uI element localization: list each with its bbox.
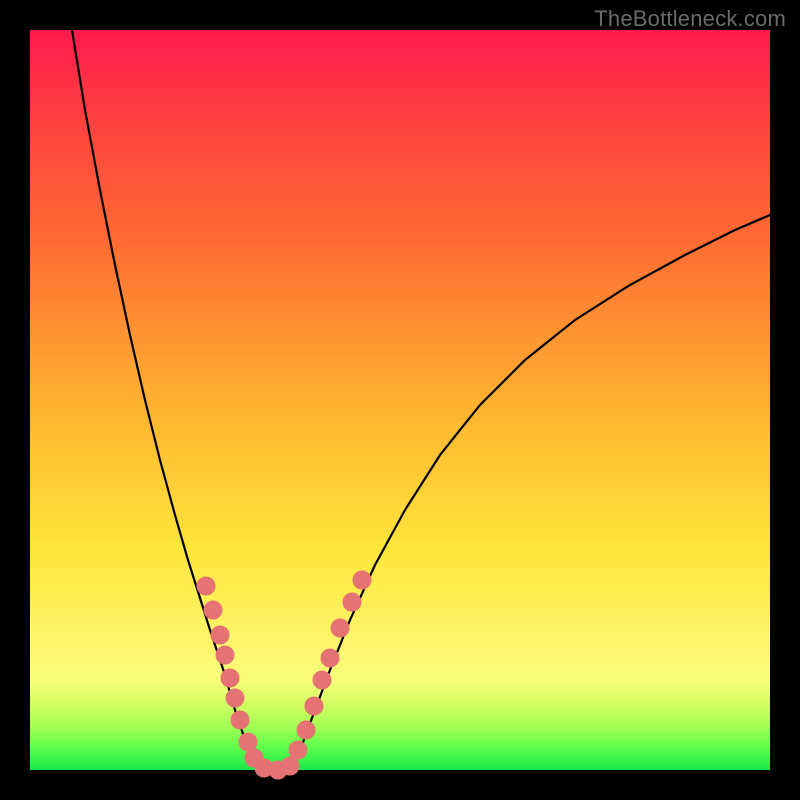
chart-stage: TheBottleneck.com	[0, 0, 800, 800]
marker-dot	[321, 649, 339, 667]
marker-dot	[313, 671, 331, 689]
marker-dot	[226, 689, 244, 707]
marker-dot	[231, 711, 249, 729]
marker-dot	[221, 669, 239, 687]
curve-right-branch	[290, 215, 770, 770]
watermark-text: TheBottleneck.com	[594, 6, 786, 32]
marker-dot	[211, 626, 229, 644]
marker-dot	[343, 593, 361, 611]
plot-overlay	[30, 30, 770, 770]
marker-dot	[216, 646, 234, 664]
marker-dot	[281, 757, 299, 775]
marker-dot	[239, 733, 257, 751]
marker-dot	[353, 571, 371, 589]
marker-dot	[305, 697, 323, 715]
marker-dot	[204, 601, 222, 619]
marker-dot	[197, 577, 215, 595]
marker-dot	[331, 619, 349, 637]
marker-group	[197, 571, 371, 779]
marker-dot	[297, 721, 315, 739]
marker-dot	[289, 741, 307, 759]
